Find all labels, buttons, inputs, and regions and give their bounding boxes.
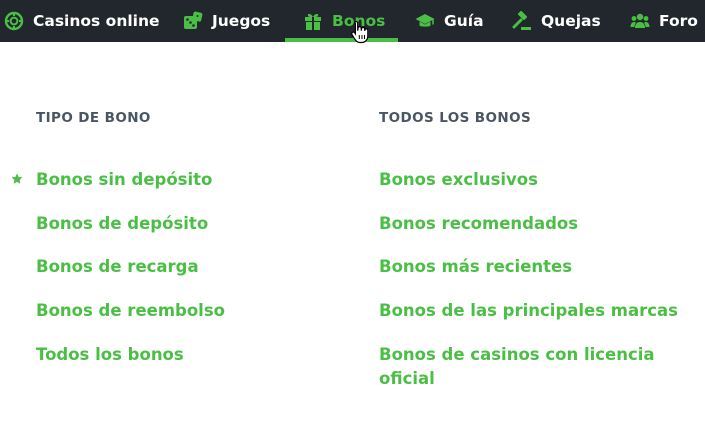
column-heading: TODOS LOS BONOS xyxy=(379,110,532,126)
nav-label: Quejas xyxy=(541,12,601,30)
gavel-icon xyxy=(512,11,532,31)
nav-juegos[interactable]: Juegos xyxy=(183,0,270,42)
gift-icon xyxy=(303,11,323,31)
link-bonos-de-recarga[interactable]: Bonos de recarga xyxy=(36,255,199,279)
link-bonos-recomendados[interactable]: Bonos recomendados xyxy=(379,212,578,236)
column-heading: TIPO DE BONO xyxy=(36,110,151,126)
nav-guia[interactable]: Guía xyxy=(415,0,484,42)
link-bonos-de-deposito[interactable]: Bonos de depósito xyxy=(36,212,208,236)
active-tab-indicator xyxy=(285,38,398,42)
nav-casinos-online[interactable]: Casinos online xyxy=(4,0,160,42)
dice-icon xyxy=(183,11,203,31)
link-bonos-casinos-licencia-oficial[interactable]: Bonos de casinos con licencia oficial xyxy=(379,343,679,391)
nav-bonos[interactable]: Bonos xyxy=(303,0,385,42)
nav-quejas[interactable]: Quejas xyxy=(512,0,601,42)
nav-label: Casinos online xyxy=(33,12,160,30)
users-icon xyxy=(630,11,650,31)
link-bonos-exclusivos[interactable]: Bonos exclusivos xyxy=(379,168,538,192)
graduation-cap-icon xyxy=(415,11,435,31)
chip-icon xyxy=(4,11,24,31)
link-bonos-principales-marcas[interactable]: Bonos de las principales marcas xyxy=(379,299,678,323)
nav-label: Juegos xyxy=(212,12,271,30)
link-bonos-de-reembolso[interactable]: Bonos de reembolso xyxy=(36,299,225,323)
nav-label: Foro xyxy=(659,12,698,30)
link-bonos-sin-deposito[interactable]: Bonos sin depósito xyxy=(36,168,212,192)
nav-label: Guía xyxy=(444,12,484,30)
hand-pointer-icon xyxy=(351,20,368,44)
link-bonos-mas-recientes[interactable]: Bonos más recientes xyxy=(379,255,572,279)
nav-foro[interactable]: Foro xyxy=(630,0,698,42)
star-icon xyxy=(11,173,23,184)
link-todos-los-bonos[interactable]: Todos los bonos xyxy=(36,343,184,367)
